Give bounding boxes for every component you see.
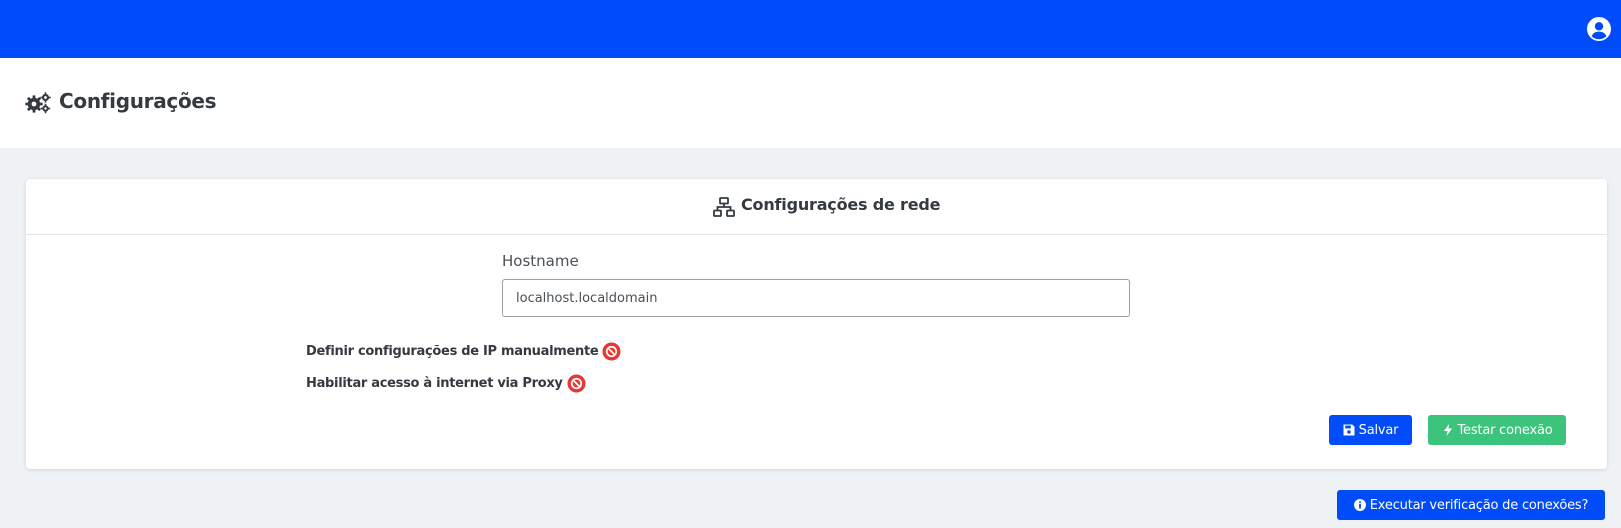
- save-button-label: Salvar: [1358, 422, 1399, 438]
- gears-icon: [25, 92, 51, 114]
- card-title: Configurações de rede: [741, 195, 941, 214]
- test-connection-label: Testar conexão: [1457, 422, 1553, 438]
- ban-icon[interactable]: [602, 342, 621, 361]
- manual-ip-label: Definir configurações de IP manualmente: [306, 344, 599, 359]
- proxy-label: Habilitar acesso à internet via Proxy: [306, 376, 563, 391]
- card-header: Configurações de rede: [26, 179, 1607, 235]
- user-circle-icon[interactable]: [1587, 17, 1611, 41]
- save-button[interactable]: Salvar: [1329, 415, 1412, 445]
- hostname-input[interactable]: [502, 279, 1130, 317]
- run-connection-check-label: Executar verificação de conexões?: [1369, 497, 1589, 513]
- page-header: Configurações: [0, 58, 1621, 148]
- bolt-icon: [1443, 424, 1452, 436]
- page-title: Configurações: [59, 89, 217, 113]
- top-navbar: [0, 0, 1621, 58]
- proxy-toggle-row: Habilitar acesso à internet via Proxy: [306, 374, 586, 393]
- info-icon: [1353, 499, 1366, 511]
- test-connection-button[interactable]: Testar conexão: [1428, 415, 1566, 445]
- network-icon: [713, 197, 735, 217]
- network-settings-card: Configurações de rede Hostname Definir c…: [26, 179, 1607, 469]
- save-icon: [1343, 424, 1355, 436]
- ban-icon[interactable]: [567, 374, 586, 393]
- manual-ip-toggle-row: Definir configurações de IP manualmente: [306, 342, 621, 361]
- run-connection-check-button[interactable]: Executar verificação de conexões?: [1337, 490, 1605, 520]
- hostname-label: Hostname: [502, 252, 579, 270]
